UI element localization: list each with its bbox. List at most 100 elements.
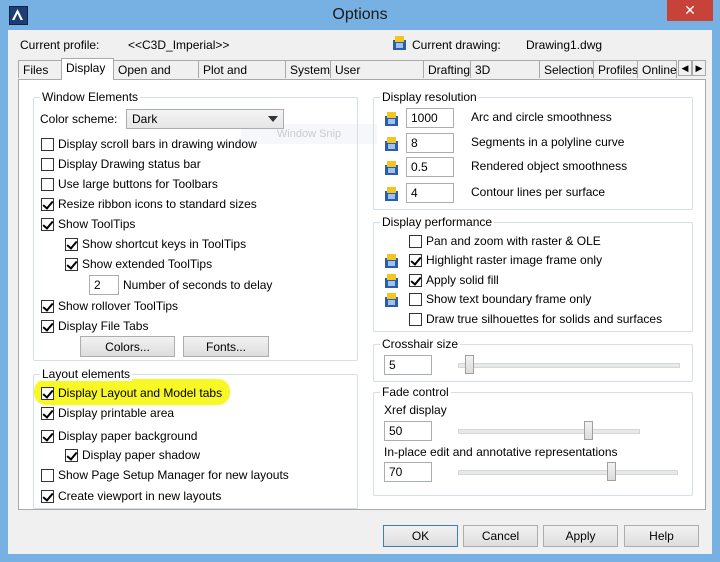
drawing-icon — [392, 35, 408, 51]
layout-model-tabs-checkbox[interactable] — [41, 387, 54, 400]
paper-shadow-checkbox[interactable] — [65, 449, 78, 462]
crosshair-slider-thumb[interactable] — [465, 355, 474, 374]
title-bar[interactable]: Options ✕ — [0, 0, 720, 30]
crosshair-size-input[interactable]: 5 — [384, 355, 432, 375]
tooltip-delay-input[interactable]: 2 — [89, 275, 119, 295]
crosshair-size-group: Crosshair size 5 — [373, 337, 693, 382]
window-elements-title: Window Elements — [40, 90, 141, 104]
drawing-saved-icon — [385, 254, 398, 268]
polyline-segments-input[interactable]: 8 — [406, 133, 454, 153]
tab-files[interactable]: Files — [18, 60, 62, 78]
window-title: Options — [332, 6, 388, 23]
scroll-bars-checkbox[interactable] — [41, 138, 54, 151]
xref-slider-thumb[interactable] — [584, 421, 593, 440]
window-elements-group: Window Elements Color scheme: Dark Displ… — [33, 90, 358, 361]
arc-smoothness-input[interactable]: 1000 — [406, 108, 454, 128]
drawing-saved-icon — [385, 187, 398, 201]
tab-display[interactable]: Display — [61, 58, 114, 80]
inplace-edit-label: In-place edit and annotative representat… — [384, 445, 618, 459]
display-performance-title: Display performance — [380, 215, 495, 229]
show-tooltips-checkbox[interactable] — [41, 218, 54, 231]
rendered-smoothness-label: Rendered object smoothness — [471, 159, 628, 173]
text-boundary-frame-checkbox[interactable] — [409, 293, 422, 306]
printable-area-checkbox[interactable] — [41, 407, 54, 420]
drawing-status-bar-checkbox[interactable] — [41, 158, 54, 171]
xref-display-input[interactable]: 50 — [384, 421, 432, 441]
layout-elements-group: Layout elements Display Layout and Model… — [33, 367, 358, 509]
help-button[interactable]: Help — [624, 525, 699, 547]
display-resolution-title: Display resolution — [380, 90, 479, 104]
tab-3d-modeling[interactable]: 3D Modeling — [470, 60, 540, 95]
close-button[interactable]: ✕ — [667, 0, 713, 21]
current-drawing-value: Drawing1.dwg — [526, 38, 603, 52]
apply-solid-fill-checkbox[interactable] — [409, 274, 422, 287]
shortcut-keys-tooltips-checkbox[interactable] — [65, 238, 78, 251]
tab-strip: Files Display Open and Save Plot and Pub… — [18, 58, 708, 95]
resize-ribbon-icons-checkbox[interactable] — [41, 198, 54, 211]
drawing-saved-icon — [385, 274, 398, 288]
display-tab-page: Window Snip Window Elements Color scheme… — [18, 79, 706, 510]
layout-elements-title: Layout elements — [40, 367, 133, 381]
polyline-segments-label: Segments in a polyline curve — [471, 135, 625, 149]
pan-zoom-raster-label: Pan and zoom with raster & OLE — [426, 234, 601, 248]
drawing-saved-icon — [385, 293, 398, 307]
tab-scroll-right-icon[interactable]: ▶ — [692, 60, 706, 76]
scroll-bars-label: Display scroll bars in drawing window — [58, 137, 257, 151]
drawing-saved-icon — [385, 112, 398, 126]
dialog-client: Current profile: <<C3D_Imperial>> Curren… — [8, 30, 712, 554]
highlight-raster-frame-label: Highlight raster image frame only — [426, 253, 603, 267]
color-scheme-select[interactable]: Dark — [126, 109, 284, 129]
tab-online[interactable]: Online — [637, 60, 677, 78]
page-setup-manager-label: Show Page Setup Manager for new layouts — [58, 468, 289, 482]
inplace-edit-input[interactable]: 70 — [384, 462, 432, 482]
highlight-raster-frame-checkbox[interactable] — [409, 254, 422, 267]
tab-plot-and-publish[interactable]: Plot and Publish — [198, 60, 286, 95]
create-viewport-label: Create viewport in new layouts — [58, 489, 222, 503]
paper-shadow-label: Display paper shadow — [82, 448, 201, 462]
inplace-slider-thumb[interactable] — [606, 462, 616, 481]
chevron-down-icon — [268, 116, 278, 122]
crosshair-size-title: Crosshair size — [380, 337, 461, 351]
rollover-tooltips-checkbox[interactable] — [41, 300, 54, 313]
extended-tooltips-checkbox[interactable] — [65, 258, 78, 271]
current-profile-value: <<C3D_Imperial>> — [128, 38, 230, 52]
tab-selection[interactable]: Selection — [539, 60, 594, 78]
colors-button[interactable]: Colors... — [80, 336, 175, 357]
resize-ribbon-icons-label: Resize ribbon icons to standard sizes — [58, 197, 257, 211]
display-resolution-group: Display resolution 1000 Arc and circle s… — [373, 90, 693, 210]
tab-open-and-save[interactable]: Open and Save — [113, 60, 199, 95]
ok-button[interactable]: OK — [383, 525, 458, 547]
current-drawing-label: Current drawing: — [412, 38, 501, 52]
display-file-tabs-label: Display File Tabs — [58, 319, 149, 333]
create-viewport-checkbox[interactable] — [41, 490, 54, 503]
extended-tooltips-label: Show extended ToolTips — [82, 257, 213, 271]
tab-drafting[interactable]: Drafting — [423, 60, 471, 78]
cancel-button[interactable]: Cancel — [463, 525, 538, 547]
pan-zoom-raster-checkbox[interactable] — [409, 235, 422, 248]
true-silhouettes-checkbox[interactable] — [409, 313, 422, 326]
tab-user-preferences[interactable]: User Preferences — [330, 60, 424, 95]
arc-smoothness-label: Arc and circle smoothness — [471, 110, 612, 124]
page-setup-manager-checkbox[interactable] — [41, 469, 54, 482]
tab-system[interactable]: System — [285, 60, 331, 78]
tooltip-delay-label: Number of seconds to delay — [123, 278, 273, 292]
fonts-button[interactable]: Fonts... — [183, 336, 269, 357]
current-profile-label: Current profile: — [20, 38, 100, 52]
options-dialog: Options ✕ Current profile: <<C3D_Imperia… — [0, 0, 720, 562]
xref-slider-track[interactable] — [458, 429, 640, 434]
rollover-tooltips-label: Show rollover ToolTips — [58, 299, 179, 313]
display-performance-group: Display performance Pan and zoom with ra… — [373, 215, 693, 332]
large-buttons-checkbox[interactable] — [41, 178, 54, 191]
rendered-smoothness-input[interactable]: 0.5 — [406, 157, 454, 177]
tab-profiles[interactable]: Profiles — [593, 60, 638, 78]
inplace-slider-track[interactable] — [458, 470, 678, 475]
contour-lines-input[interactable]: 4 — [406, 183, 454, 203]
tab-scroll-left-icon[interactable]: ◀ — [678, 60, 692, 76]
crosshair-slider-track[interactable] — [458, 363, 680, 368]
display-file-tabs-checkbox[interactable] — [41, 320, 54, 333]
apply-button[interactable]: Apply — [543, 525, 618, 547]
xref-display-label: Xref display — [384, 403, 447, 417]
show-tooltips-label: Show ToolTips — [58, 217, 136, 231]
paper-background-checkbox[interactable] — [41, 430, 54, 443]
large-buttons-label: Use large buttons for Toolbars — [58, 177, 218, 191]
